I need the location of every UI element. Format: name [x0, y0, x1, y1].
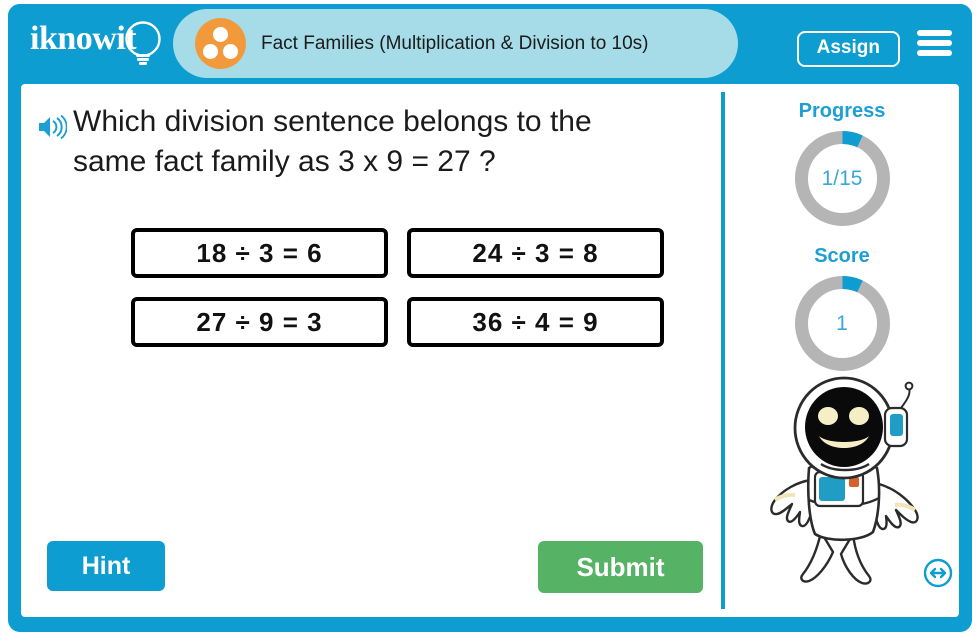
answer-option[interactable]: 24 ÷ 3 = 8 — [407, 228, 664, 278]
lesson-title-pill: Fact Families (Multiplication & Division… — [173, 9, 738, 78]
question-block: Which division sentence belongs to the s… — [37, 102, 697, 182]
answer-option[interactable]: 27 ÷ 9 = 3 — [131, 297, 388, 347]
score-label: Score — [814, 245, 870, 267]
app-frame: iknowit Fact Families (Multiplication & … — [8, 4, 972, 632]
submit-button[interactable]: Submit — [538, 541, 703, 593]
progress-ring: 1/15 — [791, 127, 894, 230]
content-area: Which division sentence belongs to the s… — [21, 84, 959, 617]
score-value: 1 — [836, 311, 848, 335]
question-text: Which division sentence belongs to the s… — [73, 102, 697, 182]
progress-meter: Progress 1/15 — [725, 100, 959, 230]
iknowit-logo[interactable]: iknowit — [30, 18, 180, 70]
score-ring: 1 — [791, 272, 894, 375]
app-header: iknowit Fact Families (Multiplication & … — [8, 4, 972, 82]
astronaut-mascot — [770, 376, 919, 585]
answer-option[interactable]: 18 ÷ 3 = 6 — [131, 228, 388, 278]
progress-label: Progress — [798, 100, 886, 122]
score-meter: Score 1 — [725, 245, 959, 375]
progress-value: 1/15 — [821, 166, 863, 190]
lightbulb-icon — [125, 21, 161, 65]
hamburger-menu-icon[interactable] — [917, 30, 952, 57]
speaker-icon[interactable] — [37, 114, 67, 140]
question-line-2: same fact family as 3 x 9 = 27 ? — [73, 145, 496, 178]
assign-button[interactable]: Assign — [796, 31, 900, 67]
hint-button[interactable]: Hint — [47, 541, 165, 591]
question-line-1: Which division sentence belongs to the — [73, 105, 592, 138]
lesson-title: Fact Families (Multiplication & Division… — [261, 33, 649, 54]
left-right-arrows-icon[interactable] — [923, 558, 953, 588]
three-dots-circle-icon — [195, 18, 246, 69]
answer-option[interactable]: 36 ÷ 4 = 9 — [407, 297, 664, 347]
sidebar-panel: Progress 1/15 Score 1 — [725, 84, 959, 617]
